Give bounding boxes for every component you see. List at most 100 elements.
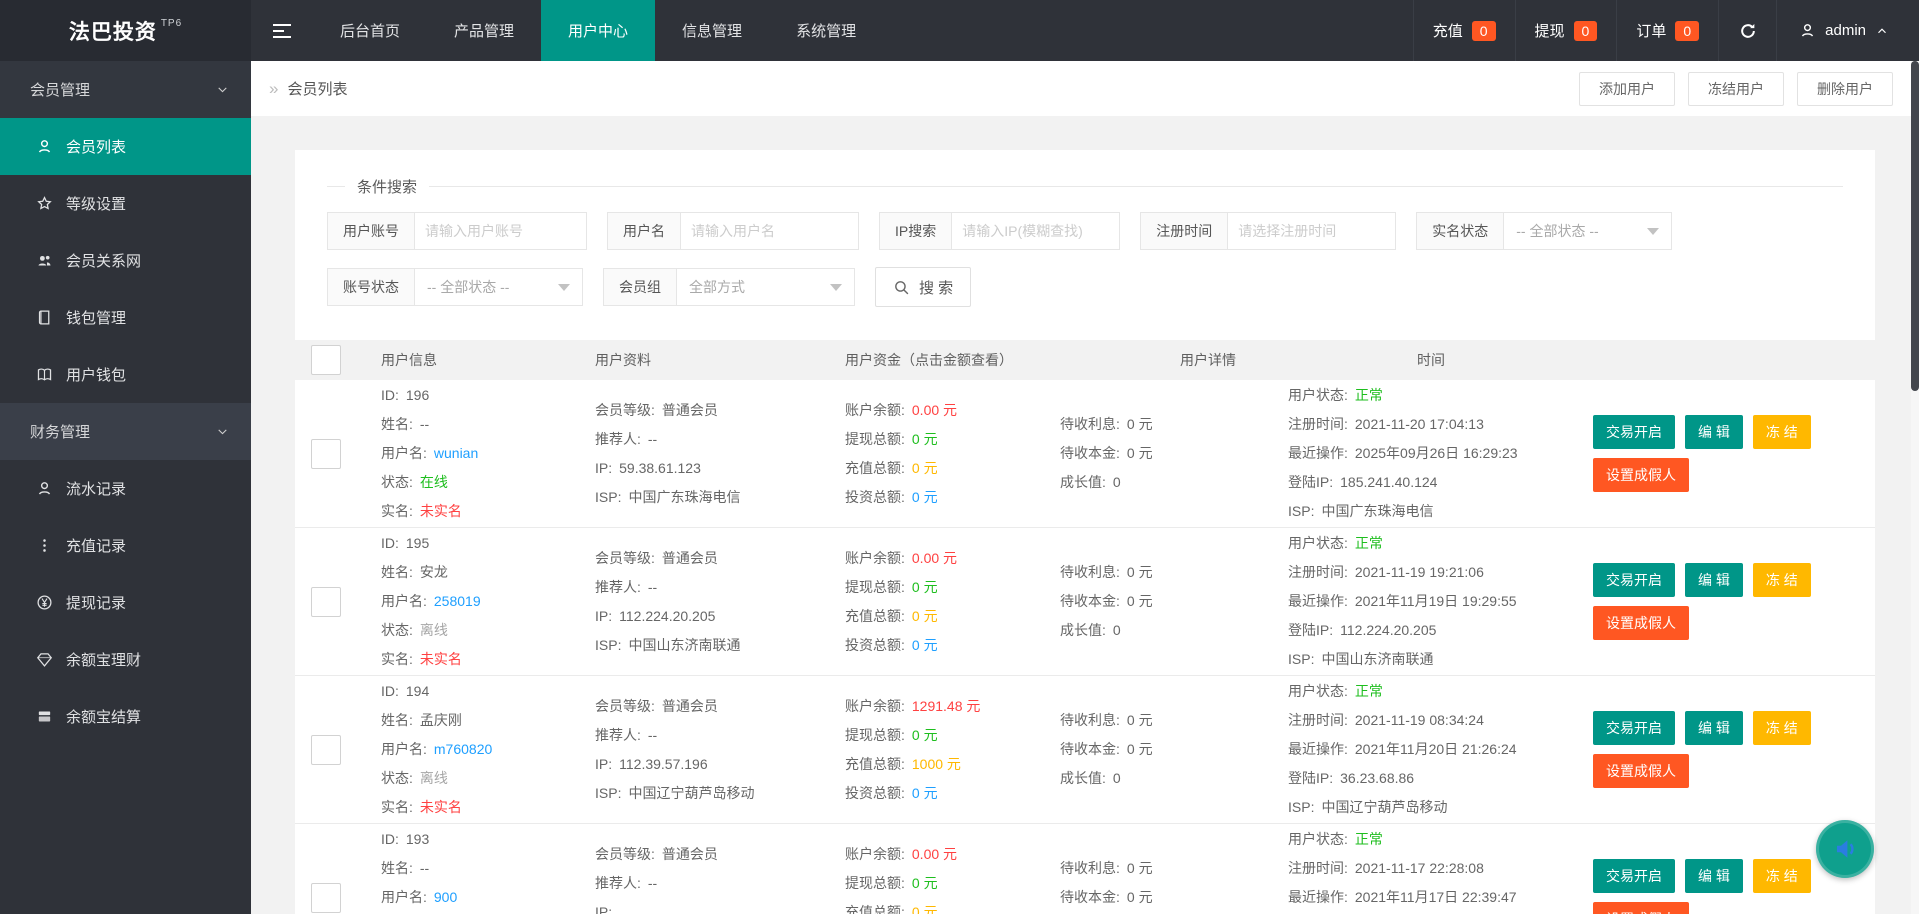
withdraw-total[interactable]: 0 元 bbox=[912, 875, 938, 891]
sidebar-item-1-4[interactable]: 余额宝结算 bbox=[0, 688, 251, 745]
withdraw-total[interactable]: 0 元 bbox=[912, 431, 938, 447]
sidebar-item-0-1[interactable]: 等级设置 bbox=[0, 175, 251, 232]
sidebar-item-1-2[interactable]: 提现记录 bbox=[0, 574, 251, 631]
freeze-button[interactable]: 冻 结 bbox=[1752, 415, 1811, 449]
page-scrollbar[interactable] bbox=[1911, 61, 1919, 914]
online-status: 离线 bbox=[419, 622, 448, 638]
account-balance[interactable]: 0.00 元 bbox=[912, 550, 957, 566]
trade-toggle-button[interactable]: 交易开启 bbox=[1593, 859, 1675, 893]
breadcrumb-icon: » bbox=[269, 78, 279, 98]
edit-button[interactable]: 编 辑 bbox=[1685, 859, 1743, 893]
nav-item-2[interactable]: 产品管理 bbox=[427, 0, 541, 61]
set-fake-button[interactable]: 设置成假人 bbox=[1593, 902, 1689, 914]
recharge-total[interactable]: 0 元 bbox=[912, 904, 938, 914]
sidebar-item-0-3[interactable]: 钱包管理 bbox=[0, 289, 251, 346]
nav-item-3[interactable]: 用户中心 bbox=[541, 0, 656, 61]
breadcrumb-bar: » 会员列表 添加用户 冻结用户 删除用户 bbox=[251, 61, 1911, 116]
search-field-用户账号: 用户账号 bbox=[327, 212, 587, 250]
field-input[interactable] bbox=[681, 212, 859, 250]
trade-toggle-button[interactable]: 交易开启 bbox=[1593, 711, 1675, 745]
col-header-time: 时间 bbox=[1417, 352, 1445, 368]
row-checkbox[interactable] bbox=[311, 438, 341, 469]
yen-icon bbox=[36, 594, 53, 611]
withdraw-total[interactable]: 0 元 bbox=[912, 579, 938, 595]
invest-total[interactable]: 0 元 bbox=[912, 489, 938, 505]
freeze-button[interactable]: 冻 结 bbox=[1752, 711, 1811, 745]
trade-toggle-button[interactable]: 交易开启 bbox=[1593, 563, 1675, 597]
sidebar-item-0-4[interactable]: 用户钱包 bbox=[0, 346, 251, 403]
set-fake-button[interactable]: 设置成假人 bbox=[1593, 458, 1689, 492]
sidebar-item-0-2[interactable]: 会员关系网 bbox=[0, 232, 251, 289]
freeze-button[interactable]: 冻 结 bbox=[1752, 859, 1811, 893]
username-link[interactable]: 900 bbox=[434, 889, 457, 905]
withdraw-total[interactable]: 0 元 bbox=[912, 727, 938, 743]
sidebar-item-1-3[interactable]: 余额宝理财 bbox=[0, 631, 251, 688]
scrollbar-thumb[interactable] bbox=[1911, 61, 1919, 391]
quick-withdraw[interactable]: 提现 0 bbox=[1514, 0, 1617, 61]
field-input[interactable] bbox=[1228, 212, 1397, 250]
admin-menu[interactable]: admin bbox=[1776, 0, 1919, 61]
set-fake-button[interactable]: 设置成假人 bbox=[1593, 606, 1689, 640]
edit-button[interactable]: 编 辑 bbox=[1685, 711, 1743, 745]
search-row-1: 用户账号 用户名 IP搜索 注册时间 实名状态-- 全部状态 -- bbox=[327, 212, 1875, 250]
freeze-user-button[interactable]: 冻结用户 bbox=[1688, 71, 1784, 106]
refresh-button[interactable] bbox=[1718, 0, 1776, 61]
nav-item-4[interactable]: 信息管理 bbox=[655, 0, 769, 61]
account-balance[interactable]: 0.00 元 bbox=[912, 846, 957, 862]
add-user-button[interactable]: 添加用户 bbox=[1579, 71, 1675, 106]
trade-toggle-button[interactable]: 交易开启 bbox=[1593, 415, 1675, 449]
select-all-checkbox[interactable] bbox=[311, 345, 341, 375]
recharge-total[interactable]: 0 元 bbox=[912, 608, 938, 624]
edit-button[interactable]: 编 辑 bbox=[1685, 415, 1743, 449]
row-checkbox[interactable] bbox=[311, 734, 341, 765]
invest-total[interactable]: 0 元 bbox=[912, 637, 938, 653]
username-link[interactable]: 258019 bbox=[434, 593, 481, 609]
quick-orders[interactable]: 订单 0 bbox=[1616, 0, 1718, 61]
quick-counters: 充值 0 提现 0 订单 0 bbox=[1412, 0, 1718, 61]
chevron-down-icon bbox=[558, 283, 570, 291]
field-input[interactable] bbox=[415, 212, 587, 250]
field-select[interactable]: 全部方式 bbox=[677, 268, 855, 306]
field-select[interactable]: -- 全部状态 -- bbox=[1504, 212, 1673, 250]
nav-item-5[interactable]: 系统管理 bbox=[769, 0, 883, 61]
app-logo-version: TP6 bbox=[160, 18, 183, 29]
search-row-2: 账号状态 -- 全部状态 -- 会员组 全部方式 搜 索 bbox=[327, 267, 1875, 307]
invest-total[interactable]: 0 元 bbox=[912, 785, 938, 801]
recharge-total[interactable]: 0 元 bbox=[912, 460, 938, 476]
set-fake-button[interactable]: 设置成假人 bbox=[1593, 754, 1689, 788]
username-link[interactable]: m760820 bbox=[434, 741, 492, 757]
search-button[interactable]: 搜 索 bbox=[875, 267, 972, 307]
user-id: 196 bbox=[405, 387, 430, 403]
register-ip: 112.39.57.196 bbox=[619, 755, 708, 772]
recharge-total[interactable]: 1000 元 bbox=[912, 756, 961, 772]
username-link[interactable]: wunian bbox=[434, 445, 478, 461]
nav-item-1[interactable]: 后台首页 bbox=[313, 0, 427, 61]
delete-user-button[interactable]: 删除用户 bbox=[1797, 71, 1893, 106]
field-label: 用户账号 bbox=[327, 212, 415, 250]
field-label: 账号状态 bbox=[327, 268, 415, 306]
user-status: 正常 bbox=[1354, 387, 1383, 403]
register-time: 2021-11-19 08:34:24 bbox=[1354, 712, 1484, 728]
sidebar-item-0-0[interactable]: 会员列表 bbox=[0, 118, 251, 175]
edit-button[interactable]: 编 辑 bbox=[1685, 563, 1743, 597]
sidebar-group-1[interactable]: 会员管理 bbox=[0, 61, 251, 118]
sidebar-item-1-0[interactable]: 流水记录 bbox=[0, 460, 251, 517]
freeze-button[interactable]: 冻 结 bbox=[1752, 563, 1811, 597]
login-isp: 中国广东珠海电信 bbox=[1321, 503, 1434, 519]
last-operation-time: 2021年11月19日 19:29:55 bbox=[1354, 593, 1517, 609]
sidebar-group-2[interactable]: 财务管理 bbox=[0, 403, 251, 460]
menu-toggle-icon[interactable] bbox=[251, 0, 313, 61]
field-select[interactable]: -- 全部状态 -- bbox=[415, 268, 583, 306]
user-info-cell: ID: 196 姓名: -- 用户名: wunian 状态: 在线 实名: 未实名 bbox=[381, 387, 479, 519]
field-input[interactable] bbox=[952, 212, 1121, 250]
count-badge: 0 bbox=[1675, 20, 1700, 41]
account-balance[interactable]: 0.00 元 bbox=[912, 402, 957, 418]
row-checkbox[interactable] bbox=[311, 882, 341, 913]
cards-icon bbox=[36, 708, 53, 725]
sidebar-item-1-1[interactable]: 充值记录 bbox=[0, 517, 251, 574]
account-balance[interactable]: 1291.48 元 bbox=[912, 698, 981, 714]
quick-recharge[interactable]: 充值 0 bbox=[1412, 0, 1515, 61]
customer-service-float-button[interactable] bbox=[1816, 820, 1874, 878]
referrer: -- bbox=[647, 726, 658, 743]
row-checkbox[interactable] bbox=[311, 586, 341, 617]
